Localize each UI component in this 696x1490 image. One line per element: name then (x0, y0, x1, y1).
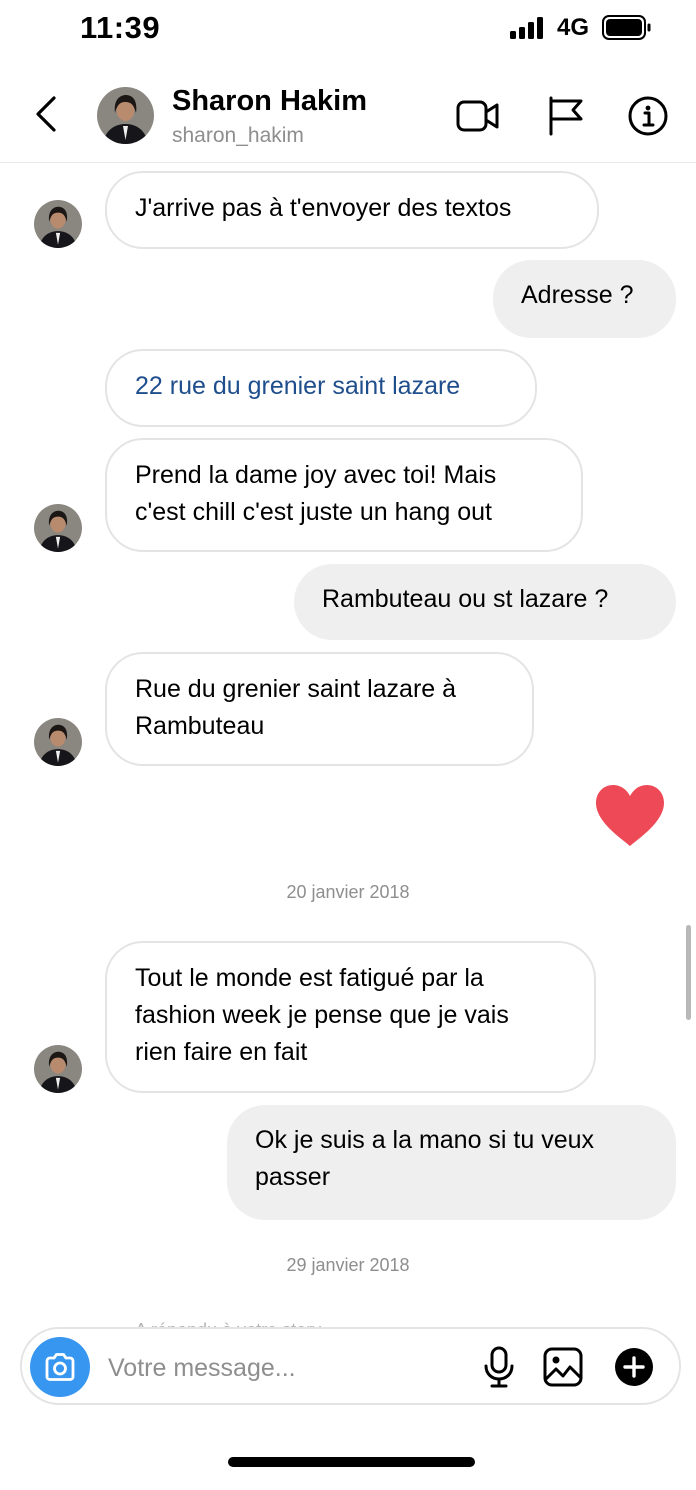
flag-icon[interactable] (545, 96, 589, 136)
received-link-message[interactable]: 22 rue du grenier saint lazare (105, 349, 537, 427)
received-message[interactable]: Prend la dame joy avec toi! Mais c'est c… (105, 438, 583, 552)
chat-header: Sharon Hakim sharon_hakim (0, 70, 696, 163)
camera-button[interactable] (30, 1337, 90, 1397)
message-link[interactable]: 22 rue du grenier saint lazare (135, 372, 460, 400)
message-text-line: passer (255, 1163, 331, 1191)
message-text-line: Tout le monde est fatigué par la (135, 964, 484, 992)
message-text: J'arrive pas à t'envoyer des textos (135, 194, 512, 222)
message-text-line: Rambuteau (135, 712, 265, 740)
received-message[interactable]: J'arrive pas à t'envoyer des textos (105, 171, 599, 249)
message-text-line: rien faire en fait (135, 1038, 308, 1066)
message-text-line: Ok je suis a la mano si tu veux (255, 1126, 595, 1154)
scrollbar[interactable] (686, 925, 691, 1020)
sent-message[interactable]: Adresse ? (493, 260, 676, 338)
heart-icon[interactable] (592, 782, 668, 850)
sent-message[interactable]: Rambuteau ou st lazare ? (294, 564, 676, 640)
battery-icon (602, 15, 651, 40)
avatar[interactable] (97, 87, 154, 144)
message-text: Rambuteau ou st lazare ? (322, 585, 609, 613)
avatar[interactable] (34, 1045, 82, 1093)
message-text-line: c'est chill c'est juste un hang out (135, 498, 492, 526)
contact-username[interactable]: sharon_hakim (172, 124, 304, 148)
avatar[interactable] (34, 200, 82, 248)
back-icon[interactable] (30, 94, 62, 134)
avatar[interactable] (34, 718, 82, 766)
date-separator: 20 janvier 2018 (286, 882, 410, 902)
message-text-line: Prend la dame joy avec toi! Mais (135, 461, 497, 489)
date-separator: 29 janvier 2018 (286, 1255, 410, 1275)
gallery-icon[interactable] (543, 1346, 583, 1388)
home-indicator[interactable] (228, 1457, 475, 1467)
network-type: 4G (557, 14, 590, 41)
sent-message[interactable]: Ok je suis a la mano si tu veux passer (227, 1105, 676, 1220)
signal-icon (510, 17, 543, 39)
avatar[interactable] (34, 504, 82, 552)
camera-icon (45, 1353, 75, 1381)
message-input[interactable] (106, 1347, 450, 1389)
microphone-icon[interactable] (479, 1346, 519, 1388)
message-text-line: Rue du grenier saint lazare à (135, 675, 457, 703)
status-time: 11:39 (80, 10, 161, 45)
contact-name[interactable]: Sharon Hakim (172, 85, 367, 118)
received-message[interactable]: Rue du grenier saint lazare à Rambuteau (105, 652, 534, 766)
message-text: Adresse ? (521, 281, 634, 309)
video-call-icon[interactable] (456, 96, 500, 136)
message-composer (20, 1327, 681, 1405)
add-icon[interactable] (614, 1346, 654, 1388)
message-text-line: fashion week je pense que je vais (135, 1001, 509, 1029)
info-icon[interactable] (626, 96, 670, 136)
received-message[interactable]: Tout le monde est fatigué par la fashion… (105, 941, 596, 1093)
